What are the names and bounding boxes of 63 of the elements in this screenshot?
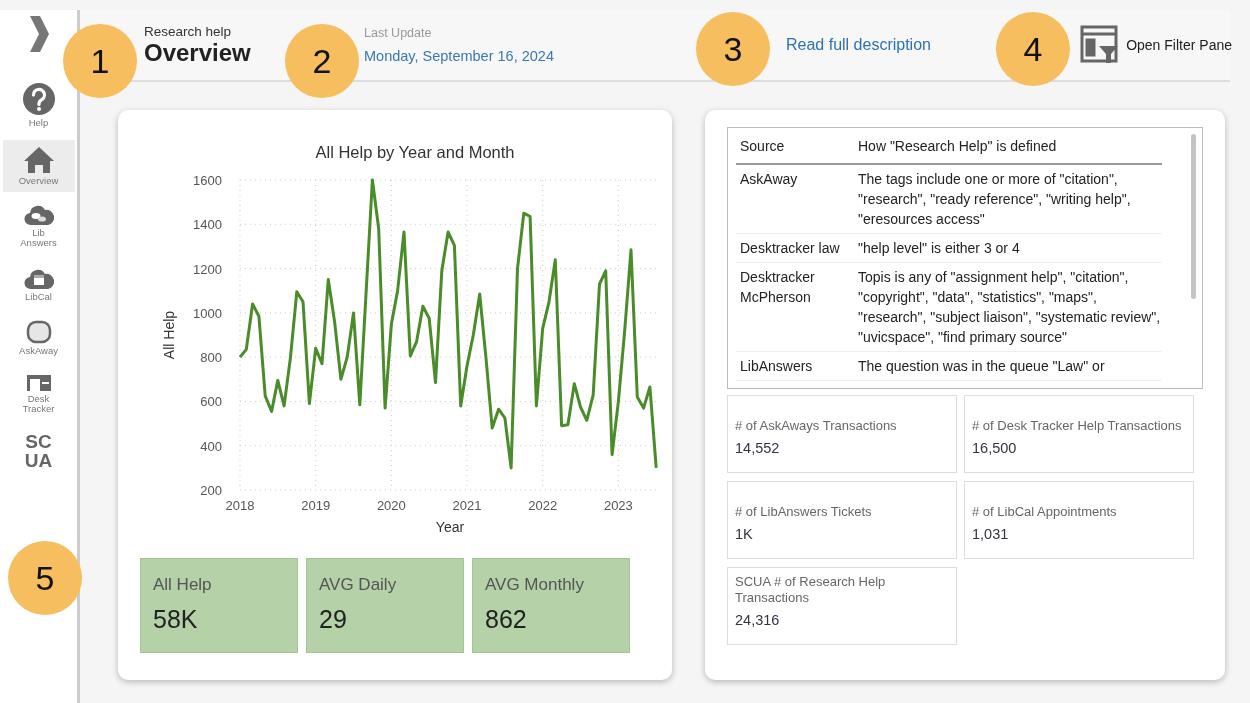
metric-value: 1K — [735, 526, 754, 542]
x-tick-label: 2018 — [225, 498, 255, 513]
description-link[interactable]: Read full description — [786, 36, 931, 54]
table-cell-text: AskAway — [739, 170, 799, 189]
y-tick-label: 1400 — [193, 217, 222, 233]
y-tick-label: 1000 — [193, 305, 222, 321]
x-tick-label: 2020 — [376, 498, 406, 513]
x-tick-label: 2019 — [301, 498, 331, 513]
kpi-value: 29 — [319, 605, 348, 634]
x-tick-label: 2023 — [603, 498, 633, 513]
y-tick-label: 800 — [200, 350, 222, 366]
metric-label: SCUA # of Research Help Transactions — [735, 574, 887, 606]
kpi-label: AVG Monthly — [485, 575, 585, 595]
y-axis-title: All Help — [161, 310, 177, 360]
help-icon — [21, 82, 56, 116]
x-axis-title: Year — [435, 519, 465, 535]
table-cell-text: The tags include one or more of "citation", "research", "ready reference", "writing help", "eresources access" — [858, 170, 1132, 229]
sidebar-item[interactable]: Overview — [2, 140, 75, 192]
metric-value: 14,552 — [735, 440, 781, 456]
metric-label: # of Desk Tracker Help Transactions — [972, 417, 1183, 434]
page-title: Overview — [144, 38, 252, 67]
rounded-square-icon — [25, 320, 52, 344]
metric-value: 1,031 — [972, 526, 1010, 542]
table-cell-text: Desktracker McPherson — [739, 268, 816, 307]
page-subtitle: Research help — [144, 23, 233, 39]
x-tick-label: 2022 — [528, 498, 558, 513]
table-cell-text: LibAnswers — [739, 357, 814, 376]
kpi-value: 862 — [485, 605, 528, 634]
y-tick-label: 200 — [200, 483, 222, 498]
expand-chevron-icon[interactable] — [27, 14, 50, 54]
filter-pane-button[interactable]: Open Filter Pane — [1074, 24, 1238, 66]
y-tick-label: 600 — [200, 394, 222, 410]
table-cell-text: Desktracker law — [739, 239, 841, 258]
x-tick-label: 2021 — [452, 498, 482, 513]
sidebar-item[interactable]: Desk Tracker — [2, 368, 75, 420]
kpi-label: AVG Daily — [319, 575, 398, 595]
update-label: Last Update — [364, 26, 433, 40]
metric-value: 24,316 — [735, 612, 781, 628]
metric-label: # of AskAways Transactions — [735, 417, 898, 434]
column-header: Source — [739, 137, 786, 156]
y-tick-label: 1600 — [193, 173, 222, 188]
scrollbar[interactable] — [1191, 134, 1196, 299]
table-cell-text: "help level" is either 3 or 4 — [858, 239, 1021, 258]
y-tick-label: 400 — [200, 438, 222, 454]
sidebar-item[interactable]: LibCal — [2, 260, 75, 308]
table-cell-text: The question was in the queue "Law" or — [858, 357, 1106, 376]
table-cell-text: Topis is any of "assignment help", "citation", "copyright", "data", "statistics", "maps", "research", "subject liaison", "systematic review", "uvicspace", "find primary source" — [858, 268, 1162, 347]
home-icon — [22, 146, 55, 174]
metric-label: # of LibCal Appointments — [972, 503, 1118, 520]
update-date: Monday, September 16, 2024 — [364, 48, 555, 64]
chart-title: All Help by Year and Month — [315, 143, 515, 161]
sidebar-item[interactable]: AskAway — [2, 314, 75, 362]
column-header: How "Research Help" is defined — [858, 137, 1058, 156]
desk-icon — [25, 374, 52, 392]
y-tick-label: 1200 — [193, 261, 222, 277]
cloud-chat-icon — [23, 204, 54, 226]
filter-icon — [1080, 25, 1121, 65]
metric-value: 16,500 — [972, 440, 1018, 456]
kpi-value: 58K — [153, 605, 199, 634]
kpi-label: All Help — [153, 575, 213, 595]
sidebar-item[interactable]: Lib Answers — [2, 198, 75, 254]
metric-label: # of LibAnswers Tickets — [735, 503, 873, 520]
sidebar-item[interactable]: SC UA — [2, 426, 75, 476]
